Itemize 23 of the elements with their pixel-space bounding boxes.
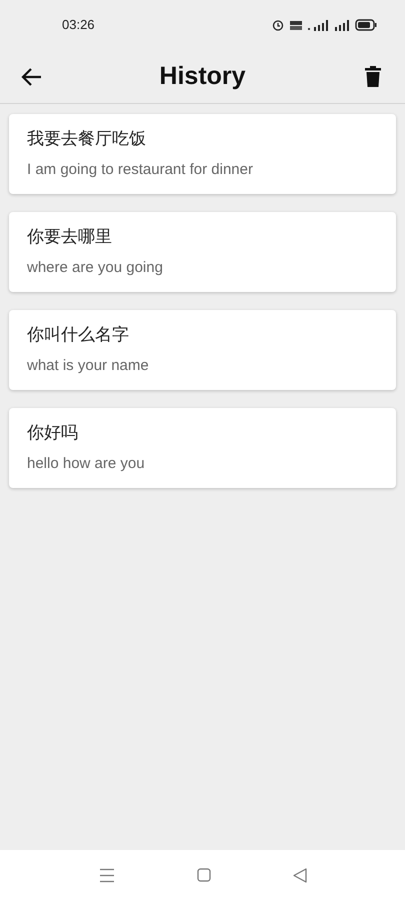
- page-title: History: [159, 60, 246, 92]
- translation-text: what is your name: [27, 356, 150, 376]
- source-text: 你要去哪里: [27, 226, 113, 248]
- translation-text: hello how are you: [27, 454, 146, 474]
- translation-text: I am going to restaurant for dinner: [27, 160, 254, 180]
- back-icon: [21, 66, 43, 86]
- home-icon[interactable]: [196, 868, 210, 882]
- alarm-icon: [272, 19, 284, 31]
- menu-icon[interactable]: [98, 868, 114, 882]
- status-time: 03:26: [62, 16, 95, 34]
- history-card[interactable]: 我要去餐厅吃饭 I am going to restaurant for dinner: [9, 114, 396, 194]
- trash-icon: [364, 66, 381, 87]
- back-icon[interactable]: [292, 868, 306, 882]
- battery-icon: [355, 19, 377, 31]
- history-card[interactable]: 你好吗 hello how are you: [9, 408, 396, 488]
- signal-icon: [335, 20, 350, 30]
- source-text: 我要去餐厅吃饭: [27, 128, 147, 150]
- source-text: 你叫什么名字: [27, 324, 130, 346]
- source-text: 你好吗: [27, 422, 79, 444]
- history-card[interactable]: 你叫什么名字 what is your name: [9, 310, 396, 390]
- signal-icon: [308, 20, 330, 30]
- history-card[interactable]: 你要去哪里 where are you going: [9, 212, 396, 292]
- translation-text: where are you going: [27, 258, 164, 278]
